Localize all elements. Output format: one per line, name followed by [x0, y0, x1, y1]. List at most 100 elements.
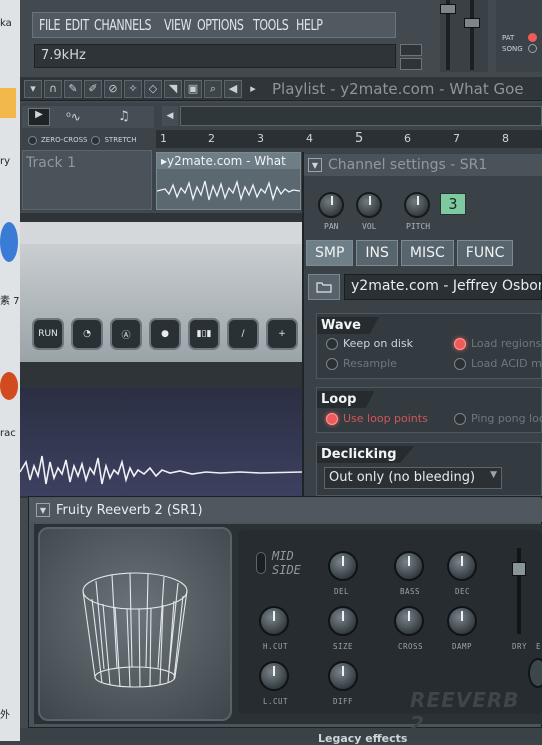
pattern-icon[interactable]: ▶: [28, 108, 50, 126]
vol-knob[interactable]: [356, 192, 382, 218]
damp-knob[interactable]: [447, 606, 477, 636]
sampler-buttons: RUN ◔ Ⓐ ● ▮▯▮ ∕ +: [32, 316, 302, 352]
menu-tools[interactable]: TOOLS: [253, 16, 289, 34]
sample-filename[interactable]: y2mate.com - Jeffrey Osborne: [344, 274, 542, 300]
reverb-titlebar[interactable]: ▼ Fruity Reeverb 2 (SR1): [30, 498, 542, 522]
magnet-icon[interactable]: ∩: [44, 79, 62, 98]
gauge-icon[interactable]: ◔: [71, 318, 103, 350]
poly-meter: [400, 58, 422, 70]
speaker-icon[interactable]: ◀: [224, 79, 242, 98]
chevron-down-icon: ▼: [490, 470, 497, 480]
chevron-down-icon[interactable]: ▾: [24, 79, 42, 98]
scroll-left-icon[interactable]: ◀: [162, 106, 178, 126]
load-regions-radio[interactable]: [454, 337, 466, 350]
output-knob[interactable]: [528, 658, 542, 688]
delay-label: DEL: [334, 587, 350, 596]
menu-edit[interactable]: EDIT: [65, 16, 89, 34]
declicking-select[interactable]: Out only (no bleeding) ▼: [324, 467, 502, 489]
decay-knob[interactable]: [447, 551, 477, 581]
tab-ins[interactable]: INS: [356, 240, 398, 266]
select-icon[interactable]: ▣: [184, 79, 202, 98]
pitch-label: PITCH: [406, 222, 431, 231]
playlist-controls: ▶ ⁰∿ ♫: [22, 106, 154, 128]
load-regions-option[interactable]: Load regions: [454, 337, 541, 350]
pat-radio[interactable]: [528, 33, 537, 42]
load-acid-label: Load ACID m: [471, 357, 542, 370]
tab-func[interactable]: FUNC: [456, 240, 514, 266]
pan-knob[interactable]: [318, 192, 344, 218]
main-menu: FILE EDIT CHANNELS VIEW OPTIONS TOOLS HE…: [32, 12, 396, 38]
channel-settings-titlebar[interactable]: ▼ Channel settings - SR1: [304, 154, 542, 176]
keep-on-disk-radio[interactable]: [326, 337, 338, 350]
add-button[interactable]: +: [266, 318, 298, 350]
run-button[interactable]: RUN: [32, 318, 64, 350]
low-cut-knob[interactable]: [259, 661, 289, 691]
mute-icon[interactable]: ✧: [124, 79, 142, 98]
app-icon[interactable]: [0, 222, 18, 262]
size-knob[interactable]: [328, 606, 358, 636]
keep-on-disk-option[interactable]: Keep on disk: [326, 337, 413, 350]
diffusion-knob[interactable]: [328, 661, 358, 691]
clip-waveform: [156, 179, 301, 202]
automation-icon[interactable]: ⁰∿: [66, 110, 81, 124]
playlist-toolbar: ▾ ∩ ✎ ✐ ⊘ ✧ ◇ ◥ ▣ ⌕ ◀ ▸ Playlist - y2mat…: [20, 77, 542, 101]
use-loop-points-radio[interactable]: [326, 412, 338, 425]
draw-icon[interactable]: ✎: [64, 79, 82, 98]
delete-icon[interactable]: ⊘: [104, 79, 122, 98]
zero-cross-label: ZERO-CROSS: [41, 136, 88, 144]
use-loop-points-option[interactable]: Use loop points: [326, 412, 428, 425]
menu-view[interactable]: VIEW: [164, 16, 192, 34]
chevron-down-icon[interactable]: ▼: [308, 158, 322, 172]
menu-options[interactable]: OPTIONS: [197, 16, 244, 34]
declicking-value: Out only (no bleeding): [329, 470, 476, 485]
chevron-down-icon[interactable]: ▼: [36, 503, 50, 517]
tab-misc[interactable]: MISC: [400, 240, 454, 266]
paint-icon[interactable]: ✐: [84, 79, 102, 98]
declicking-header: Declicking: [317, 446, 415, 463]
stretch-radio[interactable]: [91, 135, 101, 145]
pitch-knob[interactable]: [404, 192, 430, 218]
song-radio[interactable]: [528, 44, 537, 53]
folder-icon[interactable]: [308, 274, 340, 300]
zoom-icon[interactable]: ⌕: [204, 79, 222, 98]
master-sliders[interactable]: [440, 0, 488, 72]
timeline-ruler[interactable]: 1 2 3 4 5 6 7 8: [156, 130, 542, 148]
lock-icon[interactable]: Ⓐ: [110, 318, 142, 350]
hint-bar: 7.9kHz: [34, 44, 396, 68]
playlist-scrollbar[interactable]: [180, 106, 542, 126]
levels-icon[interactable]: ▮▯▮: [188, 318, 220, 350]
bass-knob[interactable]: [394, 551, 424, 581]
menu-help[interactable]: HELP: [296, 16, 323, 34]
channel-number-display[interactable]: 3: [440, 193, 466, 215]
zero-cross-radio[interactable]: [28, 135, 37, 145]
slice-icon[interactable]: ◥: [164, 79, 182, 98]
mid-label: MID: [272, 549, 294, 563]
vol-label: VOL: [362, 222, 377, 231]
track-header[interactable]: Track 1: [22, 150, 152, 210]
ping-pong-option[interactable]: Ping pong loo: [454, 412, 542, 425]
high-cut-knob[interactable]: [259, 606, 289, 636]
menu-channels[interactable]: CHANNELS: [94, 16, 151, 34]
play-arrow-icon[interactable]: ▸: [244, 80, 262, 98]
resample-option[interactable]: Resample: [326, 357, 397, 370]
slip-icon[interactable]: ◇: [144, 79, 162, 98]
pattern-song-panel: PAT SONG: [496, 0, 542, 72]
dry-slider[interactable]: [512, 562, 526, 576]
ping-pong-radio[interactable]: [454, 412, 466, 425]
audio-clip[interactable]: ▸y2mate.com - What: [156, 152, 301, 210]
load-acid-option[interactable]: Load ACID m: [454, 357, 542, 370]
load-acid-radio[interactable]: [454, 357, 466, 370]
mid-side-switch[interactable]: [256, 552, 266, 574]
resample-radio[interactable]: [326, 357, 338, 370]
menu-file[interactable]: FILE: [39, 16, 61, 34]
desktop-label: ka: [0, 18, 12, 29]
drop-icon[interactable]: ●: [149, 318, 181, 350]
folder-icon[interactable]: [0, 88, 16, 118]
feather-icon[interactable]: ∕: [227, 318, 259, 350]
note-icon[interactable]: ♫: [118, 109, 130, 124]
cross-knob[interactable]: [394, 606, 424, 636]
tab-smp[interactable]: SMP: [306, 240, 354, 266]
app-icon[interactable]: [0, 372, 18, 400]
channel-settings-tabs: SMP INS MISC FUNC: [306, 240, 542, 268]
delay-knob[interactable]: [328, 551, 358, 581]
